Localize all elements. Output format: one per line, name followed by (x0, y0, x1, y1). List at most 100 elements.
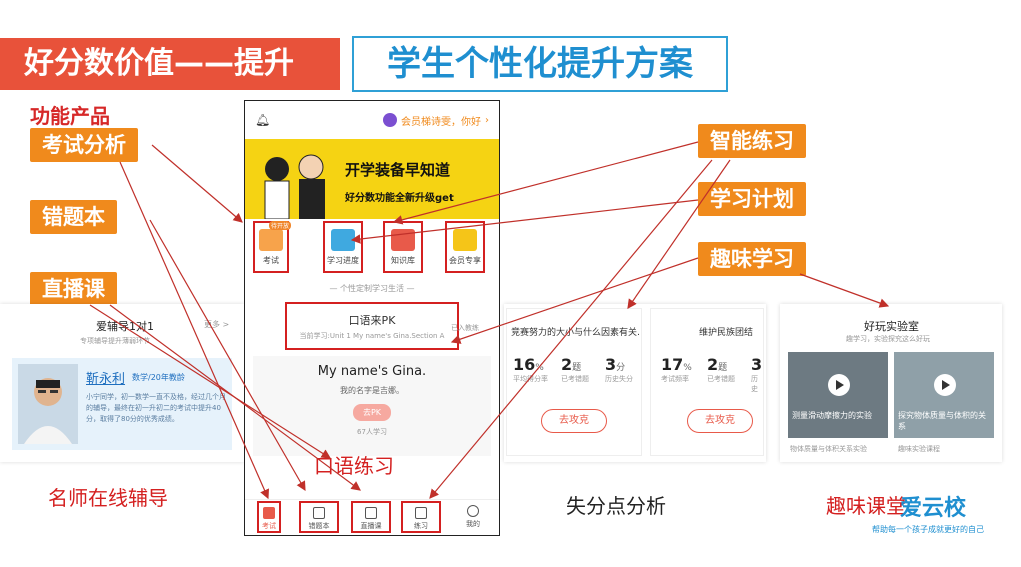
arrow-exam-to-phone (151, 144, 243, 223)
loss-card-2-title: 维护民族团结 (699, 328, 754, 338)
people-illustration (264, 154, 325, 219)
teacher-name: 靳永利 (86, 372, 126, 387)
user-icon (467, 505, 479, 517)
go-pk-button[interactable]: 去PK (352, 404, 392, 421)
book-icon (331, 229, 355, 251)
lab-title: 好玩实验室 (864, 320, 919, 333)
exam-analysis-tag: 考试分析 (30, 128, 138, 162)
avatar (383, 113, 397, 127)
exam-function[interactable]: 待开放 考试 (253, 221, 291, 273)
loss-card-1[interactable]: 竞赛努力的大小与什么因素有关… 16% 平均得分率 2题 已考错题 3分 历史失分 去… (506, 308, 642, 456)
banner-subline: 好分数功能全新升级get (345, 193, 454, 204)
nav-live-label: 直播课 (360, 522, 382, 530)
sentence-text: My name's Gina. (317, 364, 427, 379)
play-icon[interactable] (828, 374, 850, 396)
loss-card-1-stat-1: 16% 平均得分率 (513, 355, 548, 383)
sentence-meaning: 我的名字是吉娜。 (340, 386, 404, 395)
right-title-box: 学生个性化提升方案 (352, 36, 728, 92)
learner-count: 67人学习 (357, 428, 387, 436)
crown-icon (453, 229, 477, 251)
chevron-right-icon: › (485, 114, 489, 126)
lab-foot-2: 趣味实验课程 (898, 445, 940, 453)
fun-class-caption: 趣味课堂 (826, 494, 906, 518)
lab-video-2[interactable]: 探究物体质量与体积的关系 (894, 352, 994, 438)
nav-wrong-book[interactable]: 错题本 (299, 501, 339, 533)
sentence-card: My name's Gina. 我的名字是吉娜。 去PK 67人学习 (253, 356, 491, 456)
oral-pk-title: 口语来PK (348, 314, 396, 327)
loss-analysis-panel: 竞赛努力的大小与什么因素有关… 16% 平均得分率 2题 已考错题 3分 历史失分 去… (504, 304, 766, 462)
teacher-desc: 小宁同学，初一数学一直不及格，经过几个月的辅导，最终在初一升初二的考试中提升40… (86, 393, 226, 423)
live-course-tag: 直播课 (30, 272, 117, 306)
user-greeting[interactable]: 会员梯诗雯，你好 › (383, 113, 489, 128)
teacher-photo (18, 364, 78, 444)
loss-card-1-stat-2: 2题 已考错题 (561, 355, 589, 383)
loss-card-1-stat-3: 3分 历史失分 (605, 355, 633, 383)
promo-banner[interactable]: 开学装备早知道 好分数功能全新升级get (245, 139, 499, 219)
exam-nav-icon (263, 507, 275, 519)
teacher-panel-subtitle: 专项辅导提升薄弱环节 (80, 337, 150, 345)
loss-caption: 失分点分析 (566, 494, 666, 518)
loss-card-1-title: 竞赛努力的大小与什么因素有关… (511, 328, 641, 338)
lab-video-1[interactable]: 测量滑动摩擦力的实验 (788, 352, 888, 438)
exam-icon (259, 229, 283, 251)
phone-top-bar: 🔔︎ 会员梯诗雯，你好 › (245, 101, 499, 139)
function-grid: 待开放 考试 学习进度 知识库 会员专享 (245, 219, 499, 279)
loss-card-2-stat-3: 3 历史 (751, 355, 763, 393)
logo-text: 爱云校 (900, 496, 967, 521)
pencil-icon (415, 507, 427, 519)
progress-label: 学习进度 (327, 256, 359, 265)
nav-practice[interactable]: 练习 (401, 501, 441, 533)
func-products-label: 功能产品 (30, 104, 110, 128)
notebook-icon (313, 507, 325, 519)
nav-exam[interactable]: 考试 (257, 501, 281, 533)
fun-learning-tag: 趣味学习 (698, 242, 806, 276)
user-greeting-text: 会员梯诗雯，你好 (401, 116, 481, 128)
teacher-panel-title: 爱辅导1对1 (96, 320, 154, 333)
nav-live[interactable]: 直播课 (351, 501, 391, 533)
loss-card-2-stat-1: 17% 考试频率 (661, 355, 692, 383)
knowledge-label: 知识库 (391, 256, 415, 265)
section-title: — 个性定制学习生活 — (329, 284, 415, 293)
smart-practice-tag: 智能练习 (698, 124, 806, 158)
teacher-panel-more[interactable]: 更多 > (204, 319, 229, 330)
nav-exam-label: 考试 (262, 522, 276, 530)
video-icon (365, 507, 377, 519)
lab-video-1-title: 测量滑动摩擦力的实验 (792, 411, 872, 420)
oral-pk-card[interactable]: 口语来PK 当前学习:Unit 1 My name's Gina.Section… (285, 302, 459, 350)
play-icon[interactable] (934, 374, 956, 396)
teacher-panel: 爱辅导1对1 更多 > 专项辅导提升薄弱环节 靳永利 数学/20年教龄 小宁同学… (0, 304, 244, 462)
banner-headline: 开学装备早知道 (345, 161, 451, 179)
nav-me-label: 我的 (466, 520, 480, 528)
nav-practice-label: 练习 (414, 522, 428, 530)
loss-card-1-button[interactable]: 去攻克 (541, 409, 607, 433)
loss-card-2-button[interactable]: 去攻克 (687, 409, 753, 433)
loss-card-2[interactable]: 维护民族团结 17% 考试频率 2题 已考错题 3 历史 去攻克 (650, 308, 764, 456)
oral-pk-sub: 当前学习:Unit 1 My name's Gina.Section A (299, 332, 445, 340)
lab-foot-1: 物体质量与体积关系实验 (790, 445, 867, 453)
knowledge-function[interactable]: 知识库 (383, 221, 423, 273)
nav-wrong-book-label: 错题本 (308, 522, 330, 530)
teacher-caption: 名师在线辅导 (48, 486, 168, 510)
teacher-meta: 数学/20年教龄 (132, 373, 185, 382)
teacher-card[interactable]: 靳永利 数学/20年教龄 小宁同学，初一数学一直不及格，经过几个月的辅导，最终在… (12, 358, 232, 450)
wrong-book-tag: 错题本 (30, 200, 117, 234)
study-plan-tag: 学习计划 (698, 182, 806, 216)
bottom-nav: 考试 错题本 直播课 练习 我的 (245, 499, 499, 535)
exam-badge: 待开放 (268, 221, 291, 230)
lab-subtitle: 趣学习，实验探究这么好玩 (846, 335, 930, 343)
oral-pk-side: 已入教练 (451, 324, 479, 332)
arrow-fun-to-lab (799, 273, 890, 308)
folder-icon (391, 229, 415, 251)
exam-label: 考试 (263, 256, 279, 265)
oral-practice-caption: 口语练习 (314, 454, 394, 478)
member-label: 会员专享 (449, 256, 481, 265)
fun-lab-panel: 好玩实验室 趣学习，实验探究这么好玩 测量滑动摩擦力的实验 探究物体质量与体积的… (780, 304, 1002, 462)
nav-me[interactable]: 我的 (453, 501, 493, 533)
lab-video-2-title: 探究物体质量与体积的关系 (898, 411, 986, 431)
left-title-banner: 好分数价值——提升 (0, 38, 340, 90)
logo-subtitle: 帮助每一个孩子成就更好的自己 (872, 525, 984, 534)
member-function[interactable]: 会员专享 (445, 221, 485, 273)
bell-icon[interactable]: 🔔︎ (255, 113, 270, 127)
progress-function[interactable]: 学习进度 (323, 221, 363, 273)
loss-card-2-stat-2: 2题 已考错题 (707, 355, 735, 383)
